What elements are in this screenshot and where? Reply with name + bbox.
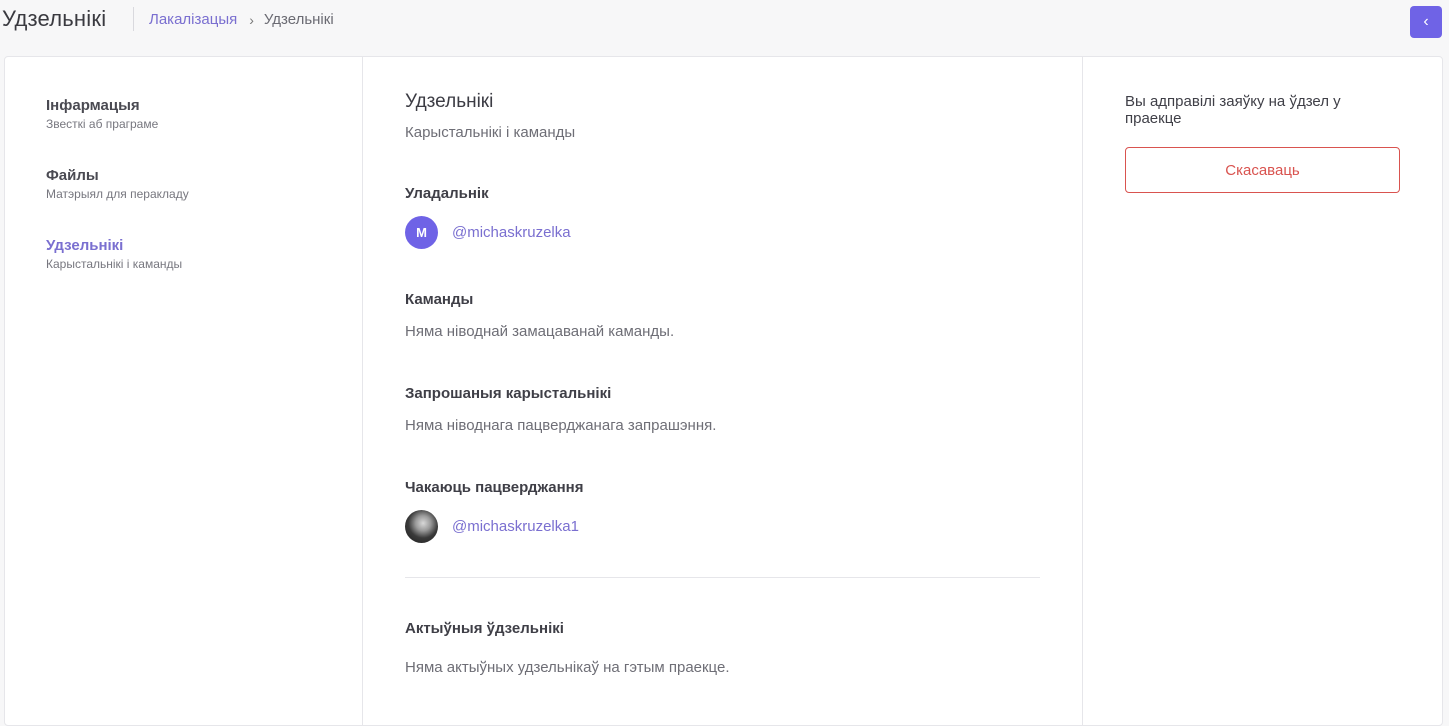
- teams-heading: Каманды: [405, 291, 474, 308]
- sidebar-item-title: Файлы: [46, 167, 99, 184]
- active-members-empty-text: Няма актыўных удзельнікаў на гэтым праек…: [405, 659, 730, 676]
- owner-user[interactable]: M @michaskruzelka: [405, 216, 571, 249]
- section-subtitle: Карыстальнікі і каманды: [405, 124, 576, 141]
- pending-user[interactable]: @michaskruzelka1: [405, 510, 579, 543]
- breadcrumb-current: Удзельнікі: [263, 11, 334, 28]
- pending-username-link[interactable]: @michaskruzelka1: [452, 518, 579, 535]
- chevron-right-icon: ›: [249, 11, 254, 28]
- sidebar-item-files[interactable]: Файлы Матэрыял для перакладу: [46, 167, 189, 201]
- active-members-heading: Актыўныя ўдзельнікі: [405, 620, 564, 637]
- chevron-left-icon: ‹: [1423, 13, 1429, 30]
- sidebar-item-title: Удзельнікі: [46, 237, 124, 254]
- owner-heading: Уладальнік: [405, 185, 489, 202]
- sidebar-item-info[interactable]: Інфармацыя Звесткі аб праграме: [46, 97, 158, 131]
- invited-heading: Запрошаныя карыстальнікі: [405, 385, 612, 402]
- back-button[interactable]: ‹: [1410, 6, 1442, 38]
- title-divider: [133, 7, 134, 31]
- top-bar: Удзельнікі Лакалізацыя › Удзельнікі ‹: [0, 0, 1449, 44]
- sidebar-item-subtitle: Карыстальнікі і каманды: [46, 257, 183, 271]
- members-panel: Удзельнікі Карыстальнікі і каманды Улада…: [363, 57, 1083, 725]
- section-title: Удзельнікі: [405, 91, 494, 112]
- cancel-request-button[interactable]: Скасаваць: [1125, 147, 1400, 193]
- invited-empty-text: Няма ніводнага пацверджанага запрашэння.: [405, 417, 717, 434]
- content-card: Інфармацыя Звесткі аб праграме Файлы Мат…: [4, 56, 1443, 726]
- avatar: [405, 510, 438, 543]
- teams-empty-text: Няма ніводнай замацаванай каманды.: [405, 323, 675, 340]
- request-panel: Вы адправілі заяўку на ўдзел у праекце С…: [1083, 57, 1444, 725]
- sidebar: Інфармацыя Звесткі аб праграме Файлы Мат…: [5, 57, 363, 725]
- request-status-text: Вы адправілі заяўку на ўдзел у праекце: [1125, 93, 1341, 127]
- sidebar-item-subtitle: Звесткі аб праграме: [46, 117, 159, 131]
- breadcrumb: Лакалізацыя › Удзельнікі: [149, 11, 334, 28]
- page-title: Удзельнікі: [2, 6, 107, 31]
- sidebar-item-title: Інфармацыя: [46, 97, 140, 114]
- sidebar-item-subtitle: Матэрыял для перакладу: [46, 187, 189, 201]
- pending-heading: Чакаюць пацверджання: [405, 479, 584, 496]
- breadcrumb-link-localization[interactable]: Лакалізацыя: [149, 11, 237, 28]
- sidebar-item-members[interactable]: Удзельнікі Карыстальнікі і каманды: [46, 237, 182, 271]
- owner-username-link[interactable]: @michaskruzelka: [452, 224, 571, 241]
- avatar: M: [405, 216, 438, 249]
- divider: [405, 577, 1040, 578]
